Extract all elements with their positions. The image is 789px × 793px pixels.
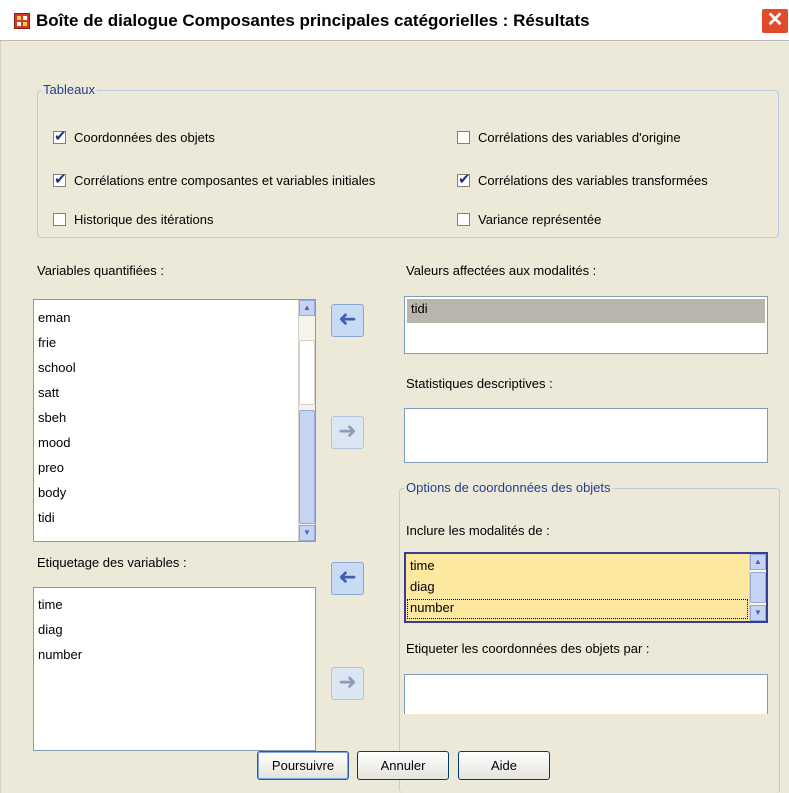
list-item[interactable]: number [406,598,749,620]
list-item[interactable]: frie [34,330,315,355]
variable-labeling-list[interactable]: time diag number [33,587,316,751]
list-item[interactable]: preo [34,455,315,480]
list-item[interactable]: sbeh [34,405,315,430]
label-objects-by-label: Etiqueter les coordonnées des objets par… [406,641,650,656]
checkbox-label: Corrélations des variables d'origine [478,130,681,145]
checkbox-original-correlations[interactable]: Corrélations des variables d'origine [457,130,681,145]
descriptives-list[interactable] [404,408,768,463]
list-item[interactable]: eman [34,305,315,330]
checkbox-box[interactable] [53,127,67,145]
checkbox-label: Variance représentée [478,212,602,227]
checkbox-iteration-history[interactable]: Historique des itérations [53,212,213,227]
list-item[interactable]: time [34,592,315,617]
list-item[interactable]: school [34,355,315,380]
checkbox-box[interactable] [53,213,66,226]
checkbox-object-coordinates[interactable]: Coordonnées des objets [53,127,215,145]
descriptives-label: Statistiques descriptives : [406,376,553,391]
move-to-label-by-button[interactable]: ➜ [331,667,364,700]
list-item[interactable]: number [34,642,315,667]
checkbox-box[interactable] [53,170,67,188]
close-button[interactable]: ✕ [761,8,789,34]
scrollbar[interactable]: ▲ ▼ [749,554,766,621]
list-item[interactable]: diag [34,617,315,642]
assigned-values-label: Valeurs affectées aux modalités : [406,263,597,278]
checkbox-label: Coordonnées des objets [74,130,215,145]
include-categories-label: Inclure les modalités de : [406,523,550,538]
scroll-thumb[interactable] [750,572,766,603]
quantified-variables-label: Variables quantifiées : [37,263,164,278]
object-options-legend: Options de coordonnées des objets [404,480,613,495]
assigned-values-list[interactable]: tidi [404,296,768,354]
continue-button[interactable]: Poursuivre [257,751,349,780]
checkbox-label: Historique des itérations [74,212,214,227]
checkbox-component-loadings[interactable]: Corrélations entre composantes et variab… [53,170,376,188]
checkbox-label: Corrélations des variables transformées [478,173,708,188]
dialog-body: Tableaux Coordonnées des objets Corrélat… [0,41,789,793]
tableaux-legend: Tableaux [41,82,98,97]
checkbox-box[interactable] [457,213,470,226]
cancel-button[interactable]: Annuler [357,751,449,780]
list-item[interactable]: tidi [407,299,765,323]
help-button[interactable]: Aide [458,751,550,780]
quantified-variables-list[interactable]: eman frie school satt sbeh mood preo bod… [33,299,316,542]
scrollbar[interactable]: ▲ ▼ [298,300,315,541]
list-item[interactable]: diag [406,576,766,598]
checkbox-variance-accounted[interactable]: Variance représentée [457,212,601,227]
move-to-descriptives-button[interactable]: ➜ [331,416,364,449]
scroll-up-icon[interactable]: ▲ [299,300,315,316]
scroll-down-icon[interactable]: ▼ [750,605,766,621]
scroll-track-selected[interactable] [299,410,315,524]
checkbox-box[interactable] [457,131,470,144]
list-item[interactable]: tidi [34,505,315,530]
label-objects-by-list[interactable] [404,674,768,714]
spss-grid-icon [14,13,30,29]
list-item[interactable]: time [406,554,766,576]
move-to-include-button[interactable]: ➜ [331,562,364,595]
variable-labeling-label: Etiquetage des variables : [37,555,187,570]
list-item[interactable]: satt [34,380,315,405]
scroll-thumb[interactable] [299,340,315,405]
checkbox-transformed-correlations[interactable]: Corrélations des variables transformées [457,170,708,188]
title-bar: Boîte de dialogue Composantes principale… [0,0,789,41]
include-categories-list[interactable]: time diag number ▲ ▼ [404,552,768,623]
checkbox-label: Corrélations entre composantes et variab… [74,173,376,188]
move-to-assigned-button[interactable]: ➜ [331,304,364,337]
window-title: Boîte de dialogue Composantes principale… [36,11,590,30]
scroll-up-icon[interactable]: ▲ [750,554,766,570]
list-item[interactable]: body [34,480,315,505]
scroll-down-icon[interactable]: ▼ [299,525,315,541]
list-item[interactable]: mood [34,430,315,455]
checkbox-box[interactable] [457,170,471,188]
